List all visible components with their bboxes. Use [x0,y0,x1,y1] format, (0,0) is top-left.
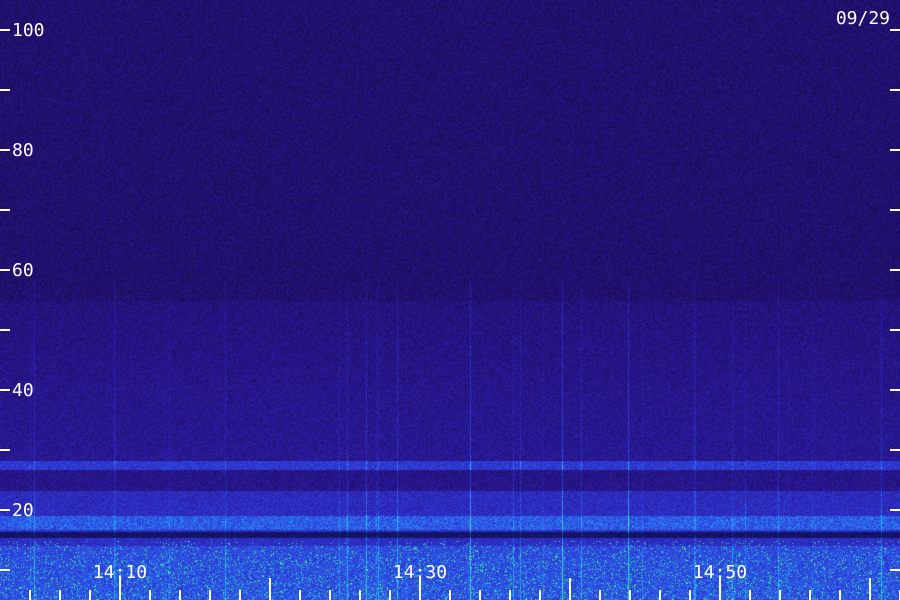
x-tick-label: 14:10 [93,562,147,583]
y-tick-label: 20 [12,500,34,521]
spectrogram: 100 80 60 40 20 14:10 14:30 14:50 09/29 [0,0,900,600]
y-tick-label: 100 [12,20,45,41]
y-tick-label: 40 [12,380,34,401]
x-tick-label: 14:50 [693,562,747,583]
x-tick-label: 14:30 [393,562,447,583]
x-axis: 14:10 14:30 14:50 [29,562,900,600]
y-axis: 100 80 60 40 20 [0,20,900,571]
y-tick-label: 80 [12,140,34,161]
axes-overlay: 100 80 60 40 20 14:10 14:30 14:50 09/29 [0,8,900,600]
y-tick-label: 60 [12,260,34,281]
date-label: 09/29 [836,8,890,29]
